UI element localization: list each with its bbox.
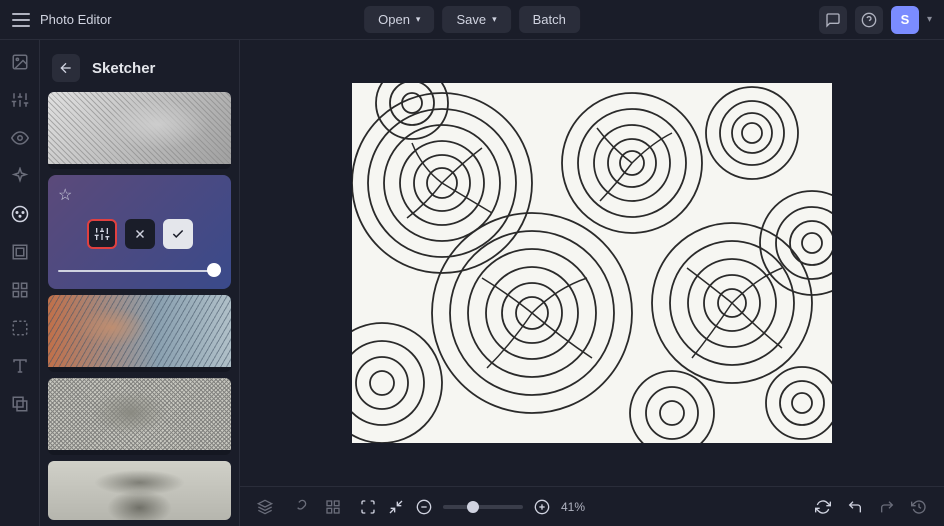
effect-controls — [58, 219, 221, 249]
canvas-viewport[interactable] — [240, 40, 944, 486]
effect-card-charcoal[interactable]: Charcoal GFX Ai — [48, 92, 231, 169]
favorite-icon[interactable]: ☆ — [58, 187, 72, 204]
chevron-down-icon: ▾ — [416, 14, 421, 25]
adjust-tool-icon[interactable] — [10, 90, 30, 110]
effect-settings-button[interactable] — [87, 219, 117, 249]
effect-card-next[interactable] — [48, 461, 231, 520]
frame-tool-icon[interactable] — [10, 242, 30, 262]
top-bar: Photo Editor Open ▾ Save ▾ Batch S ▾ — [0, 0, 944, 40]
link-icon[interactable] — [290, 498, 308, 516]
topbar-right: S ▾ — [819, 6, 932, 34]
open-label: Open — [378, 12, 410, 27]
layers-icon[interactable] — [256, 498, 274, 516]
save-button[interactable]: Save ▾ — [442, 6, 510, 33]
batch-label: Batch — [533, 12, 566, 27]
help-icon[interactable] — [855, 6, 883, 34]
back-button[interactable] — [52, 54, 80, 82]
feedback-icon[interactable] — [819, 6, 847, 34]
zoom-in-icon[interactable] — [533, 498, 551, 516]
effect-apply-button[interactable] — [163, 219, 193, 249]
fit-icon[interactable] — [387, 498, 405, 516]
topbar-left: Photo Editor — [12, 12, 112, 27]
redo-icon[interactable] — [878, 498, 896, 516]
fullscreen-icon[interactable] — [359, 498, 377, 516]
account-chevron-icon[interactable]: ▾ — [927, 14, 932, 25]
main-area: Sketcher Charcoal GFX Ai ☆ Co — [0, 40, 944, 526]
bottom-bar: 41% — [240, 486, 944, 526]
compare-icon[interactable] — [814, 498, 832, 516]
sparkle-tool-icon[interactable] — [10, 166, 30, 186]
effect-thumbnail — [48, 92, 231, 164]
grid-icon[interactable] — [324, 498, 342, 516]
bottombar-left — [256, 498, 342, 516]
effect-card-color-sketch[interactable]: Color Sketch GFX Ai — [48, 295, 231, 372]
slider-thumb[interactable] — [207, 263, 221, 277]
effect-card-active: ☆ — [48, 175, 231, 289]
effect-cancel-button[interactable] — [125, 219, 155, 249]
effects-panel: Sketcher Charcoal GFX Ai ☆ Co — [40, 40, 240, 526]
chevron-down-icon: ▾ — [492, 14, 497, 25]
effect-intensity-slider[interactable] — [58, 263, 221, 279]
open-button[interactable]: Open ▾ — [364, 6, 434, 33]
batch-button[interactable]: Batch — [519, 6, 580, 33]
effect-label-row: Charcoal GFX Ai — [48, 164, 231, 169]
text-tool-icon[interactable] — [10, 356, 30, 376]
canvas-area: 41% — [240, 40, 944, 526]
image-tool-icon[interactable] — [10, 52, 30, 72]
effect-thumbnail — [48, 295, 231, 367]
hamburger-menu-icon[interactable] — [12, 13, 30, 27]
palette-tool-icon[interactable] — [10, 204, 30, 224]
history-icon[interactable] — [910, 498, 928, 516]
zoom-slider-thumb[interactable] — [467, 501, 479, 513]
user-avatar[interactable]: S — [891, 6, 919, 34]
save-label: Save — [456, 12, 486, 27]
eye-tool-icon[interactable] — [10, 128, 30, 148]
tool-rail — [0, 40, 40, 526]
elements-tool-icon[interactable] — [10, 280, 30, 300]
effect-label-row: Color Sketch GFX Ai — [48, 367, 231, 372]
retouch-tool-icon[interactable] — [10, 318, 30, 338]
zoom-percent: 41% — [561, 500, 585, 514]
undo-icon[interactable] — [846, 498, 864, 516]
topbar-center: Open ▾ Save ▾ Batch — [364, 6, 580, 33]
canvas-image — [352, 83, 832, 443]
zoom-controls: 41% — [359, 498, 585, 516]
panel-title: Sketcher — [92, 60, 155, 77]
overlay-tool-icon[interactable] — [10, 394, 30, 414]
zoom-out-icon[interactable] — [415, 498, 433, 516]
effect-thumbnail — [48, 461, 231, 520]
slider-track — [58, 270, 221, 272]
bottombar-right — [814, 498, 928, 516]
effect-thumbnail — [48, 378, 231, 450]
panel-header: Sketcher — [48, 48, 231, 92]
zoom-slider[interactable] — [443, 505, 523, 509]
effect-label-row: Cross Hatch GFX Ai — [48, 450, 231, 455]
effect-card-crosshatch[interactable]: Cross Hatch GFX Ai — [48, 378, 231, 455]
app-title: Photo Editor — [40, 12, 112, 27]
